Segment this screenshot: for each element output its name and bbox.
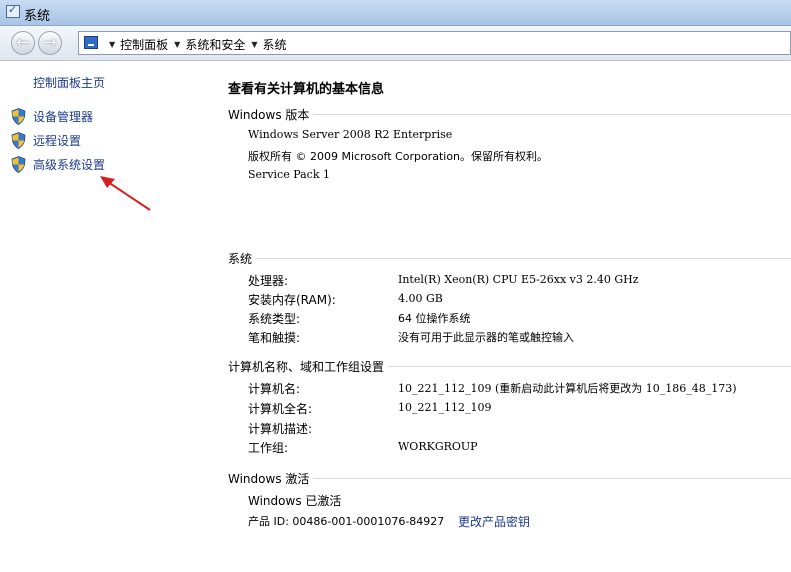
change-product-key-link[interactable]: 更改产品密钥	[458, 513, 530, 530]
page-title: 查看有关计算机的基本信息	[228, 82, 385, 97]
service-pack: Service Pack 1	[248, 168, 330, 181]
sidebar-item-label: 设备管理器	[33, 110, 94, 124]
chevron-down-icon[interactable]: ▼	[251, 40, 257, 49]
chevron-down-icon[interactable]: ▼	[109, 40, 115, 49]
window-title: 系统	[24, 9, 51, 24]
address-bar[interactable]: ▼ 控制面板 ▼ 系统和安全 ▼ 系统	[78, 31, 791, 55]
processor-label: 处理器:	[248, 274, 289, 288]
sidebar-item-label: 高级系统设置	[33, 158, 106, 172]
system-type-label: 系统类型:	[248, 312, 301, 326]
computer-name-value: 10_221_112_109 (重新启动此计算机后将更改为 10_186_48_…	[398, 382, 737, 395]
red-arrow-annotation	[100, 176, 151, 211]
computer-name-section: 计算机名称、域和工作组设置 计算机名: 10_221_112_109 (重新启动…	[228, 358, 791, 458]
section-title: Windows 激活	[228, 470, 314, 487]
sidebar: 控制面板主页 设备管理器 远程设置 高级系统设置	[0, 61, 210, 572]
pen-touch-value: 没有可用于此显示器的笔或触控输入	[398, 331, 574, 344]
system-checkbox-icon	[6, 3, 20, 18]
forward-button[interactable]: →	[38, 31, 62, 55]
section-title: Windows 版本	[228, 106, 314, 123]
sidebar-item-remote-settings[interactable]: 远程设置	[11, 132, 81, 149]
ram-value: 4.00 GB	[398, 292, 443, 305]
sidebar-item-device-manager[interactable]: 设备管理器	[11, 108, 93, 125]
uac-shield-icon	[11, 132, 26, 149]
computer-name-label: 计算机名:	[248, 382, 301, 396]
description-label: 计算机描述:	[248, 422, 313, 436]
uac-shield-icon	[11, 108, 26, 125]
workgroup-value: WORKGROUP	[398, 440, 478, 453]
breadcrumb-system-security[interactable]: 系统和安全	[185, 36, 245, 53]
section-title: 系统	[228, 250, 257, 267]
copyright-text: 版权所有 © 2009 Microsoft Corporation。保留所有权利…	[248, 150, 549, 163]
system-section: 系统 处理器: Intel(R) Xeon(R) CPU E5-26xx v3 …	[228, 250, 791, 350]
edition-name: Windows Server 2008 R2 Enterprise	[248, 128, 453, 141]
control-panel-icon	[84, 36, 98, 49]
product-id: 产品 ID: 00486-001-0001076-84927	[248, 515, 445, 528]
activation-section: Windows 激活 Windows 已激活 产品 ID: 00486-001-…	[228, 470, 791, 540]
ram-label: 安装内存(RAM):	[248, 293, 336, 307]
control-panel-home-link[interactable]: 控制面板主页	[33, 74, 105, 91]
full-name-value: 10_221_112_109	[398, 401, 492, 414]
workgroup-label: 工作组:	[248, 441, 289, 455]
windows-edition-section: Windows 版本 Windows Server 2008 R2 Enterp…	[228, 106, 791, 196]
breadcrumb: ▼ 控制面板 ▼ 系统和安全 ▼ 系统	[103, 36, 287, 53]
navigation-bar: ← → ▼ 控制面板 ▼ 系统和安全 ▼ 系统	[0, 26, 791, 61]
sidebar-item-advanced-system-settings[interactable]: 高级系统设置	[11, 156, 105, 173]
pen-touch-label: 笔和触摸:	[248, 331, 301, 345]
section-divider	[228, 258, 791, 259]
system-type-value: 64 位操作系统	[398, 312, 471, 325]
breadcrumb-control-panel[interactable]: 控制面板	[120, 36, 168, 53]
back-button[interactable]: ←	[11, 31, 35, 55]
sidebar-item-label: 远程设置	[33, 134, 82, 148]
section-title: 计算机名称、域和工作组设置	[228, 358, 389, 375]
title-bar: 系统	[0, 0, 791, 26]
uac-shield-icon	[11, 156, 26, 173]
chevron-down-icon[interactable]: ▼	[174, 40, 180, 49]
breadcrumb-system[interactable]: 系统	[263, 36, 287, 53]
full-name-label: 计算机全名:	[248, 402, 313, 416]
processor-value: Intel(R) Xeon(R) CPU E5-26xx v3 2.40 GHz	[398, 273, 639, 286]
activation-status: Windows 已激活	[248, 494, 342, 508]
